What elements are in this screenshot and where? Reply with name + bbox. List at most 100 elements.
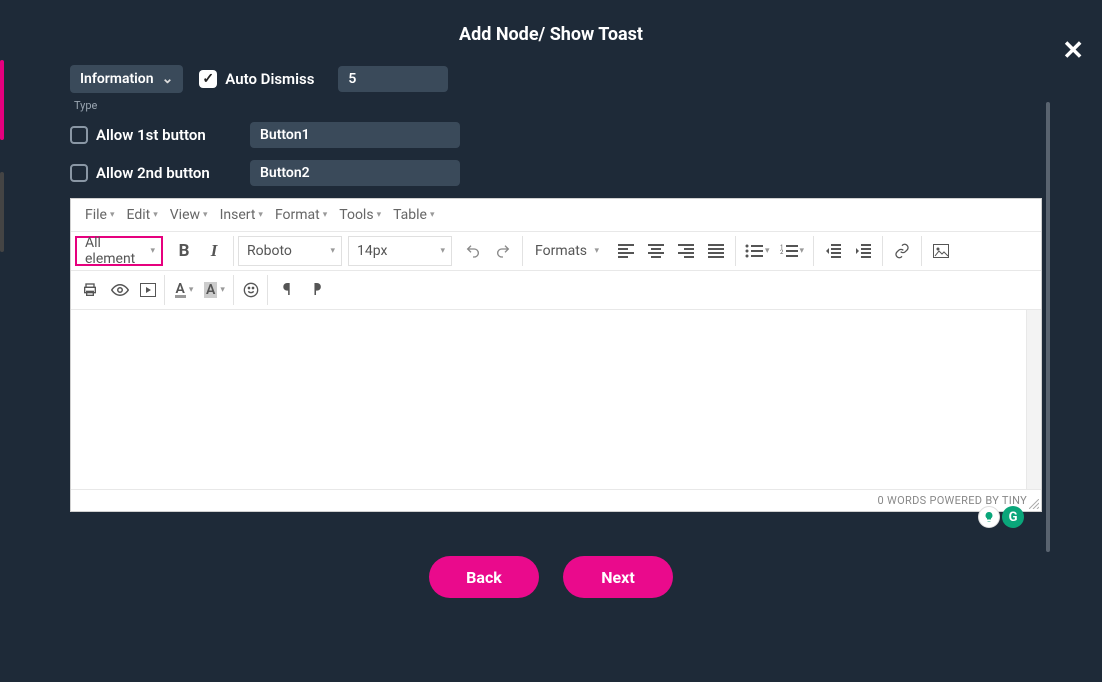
- chevron-down-icon: ▾: [800, 246, 805, 256]
- allow-second-button-label: Allow 2nd button: [96, 164, 226, 182]
- text-color-icon: A: [175, 283, 186, 298]
- chevron-down-icon: ▾: [440, 246, 445, 256]
- auto-dismiss-label: Auto Dismiss: [225, 70, 314, 88]
- numbered-list-icon: 12: [780, 244, 798, 258]
- menu-tools[interactable]: Tools▾: [335, 205, 385, 225]
- allow-first-button-label: Allow 1st button: [96, 126, 226, 144]
- editor-toolbar: All element▾ B I Roboto▾ 14px▾ Formats▾: [71, 231, 1041, 270]
- editor-content-area[interactable]: [71, 309, 1041, 489]
- bullet-list-icon: [745, 244, 763, 258]
- emoji-icon: [243, 282, 259, 298]
- grammarly-badge[interactable]: G: [1002, 506, 1024, 528]
- undo-button[interactable]: [458, 236, 488, 266]
- auto-dismiss-value-input[interactable]: 5: [338, 66, 448, 92]
- text-color-button[interactable]: A ▾: [169, 275, 199, 305]
- align-right-icon: [678, 244, 694, 258]
- media-icon: [140, 283, 156, 297]
- undo-icon: [465, 243, 481, 259]
- align-justify-icon: [708, 244, 724, 258]
- align-left-icon: [618, 244, 634, 258]
- panel-scrollbar[interactable]: [1046, 102, 1050, 552]
- rtl-button[interactable]: ¶: [302, 275, 332, 305]
- align-right-button[interactable]: [671, 236, 701, 266]
- chevron-down-icon: ▾: [110, 210, 115, 220]
- outdent-icon: [825, 244, 841, 258]
- chevron-down-icon: ▾: [258, 210, 263, 220]
- pilcrow-rtl-icon: ¶: [313, 280, 321, 300]
- outdent-button[interactable]: [818, 236, 848, 266]
- first-button-name-input[interactable]: Button1: [250, 122, 460, 148]
- chevron-down-icon: ▾: [203, 210, 208, 220]
- preview-button[interactable]: [105, 275, 135, 305]
- italic-button[interactable]: I: [199, 236, 229, 266]
- form-area: Information ⌄ ✓ Auto Dismiss 5 Type Allo…: [0, 45, 1102, 186]
- print-icon: [82, 282, 98, 298]
- align-center-icon: [648, 244, 664, 258]
- chevron-down-icon: ⌄: [162, 71, 174, 87]
- back-button[interactable]: Back: [429, 556, 539, 598]
- menu-edit[interactable]: Edit▾: [123, 205, 162, 225]
- chevron-down-icon: ▾: [430, 210, 435, 220]
- pilcrow-icon: ¶: [283, 280, 291, 300]
- highlight-icon: A: [204, 282, 217, 298]
- modal-title: Add Node/ Show Toast: [0, 24, 1102, 45]
- image-button[interactable]: [926, 236, 956, 266]
- media-button[interactable]: [135, 275, 165, 305]
- chevron-down-icon: ▾: [330, 246, 335, 256]
- numbered-list-button[interactable]: 12 ▾: [775, 236, 810, 266]
- link-button[interactable]: [887, 236, 917, 266]
- highlight-color-button[interactable]: A ▾: [199, 275, 234, 305]
- print-button[interactable]: [75, 275, 105, 305]
- element-scope-dropdown[interactable]: All element▾: [75, 236, 163, 266]
- left-edge-accent: [0, 24, 4, 682]
- modal-footer: Back Next: [0, 556, 1102, 598]
- formats-dropdown[interactable]: Formats▾: [527, 236, 605, 266]
- hint-badge[interactable]: [978, 506, 1000, 528]
- next-button[interactable]: Next: [563, 556, 673, 598]
- eye-icon: [111, 284, 129, 296]
- allow-first-button-checkbox[interactable]: [70, 126, 88, 144]
- chevron-down-icon: ▾: [377, 210, 382, 220]
- align-center-button[interactable]: [641, 236, 671, 266]
- menu-table[interactable]: Table▾: [389, 205, 438, 225]
- menu-insert[interactable]: Insert▾: [216, 205, 267, 225]
- bullet-list-button[interactable]: ▾: [740, 236, 775, 266]
- chevron-down-icon: ▾: [594, 246, 599, 256]
- bold-button[interactable]: B: [169, 236, 199, 266]
- type-hint: Type: [74, 99, 1032, 112]
- chevron-down-icon: ▾: [189, 285, 194, 295]
- align-left-button[interactable]: [611, 236, 641, 266]
- menu-format[interactable]: Format▾: [271, 205, 331, 225]
- type-select-value: Information: [80, 71, 154, 87]
- type-select[interactable]: Information ⌄: [70, 65, 183, 93]
- allow-second-button-checkbox[interactable]: [70, 164, 88, 182]
- editor-statusbar: 0 WORDS POWERED BY TINY: [71, 489, 1041, 511]
- resize-handle-icon[interactable]: [1029, 499, 1039, 509]
- editor-toolbar-row2: A ▾ A ▾ ¶ ¶: [71, 270, 1041, 309]
- menu-file[interactable]: File▾: [81, 205, 119, 225]
- font-family-dropdown[interactable]: Roboto▾: [238, 236, 342, 266]
- align-justify-button[interactable]: [701, 236, 731, 266]
- auto-dismiss-checkbox[interactable]: ✓: [199, 70, 217, 88]
- svg-text:2: 2: [780, 249, 784, 256]
- ltr-button[interactable]: ¶: [272, 275, 302, 305]
- redo-icon: [495, 243, 511, 259]
- font-size-dropdown[interactable]: 14px▾: [348, 236, 452, 266]
- floating-badges: G: [978, 506, 1024, 528]
- emoji-button[interactable]: [238, 275, 268, 305]
- link-icon: [894, 243, 910, 259]
- chevron-down-icon: ▾: [765, 246, 770, 256]
- image-icon: [933, 244, 949, 258]
- editor-menubar: File▾ Edit▾ View▾ Insert▾ Format▾ Tools▾…: [71, 199, 1041, 231]
- chevron-down-icon: ▾: [153, 210, 158, 220]
- rich-text-editor: File▾ Edit▾ View▾ Insert▾ Format▾ Tools▾…: [70, 198, 1042, 512]
- chevron-down-icon: ▾: [323, 210, 328, 220]
- close-button[interactable]: ✕: [1062, 36, 1084, 66]
- chevron-down-icon: ▾: [150, 246, 155, 256]
- lightbulb-icon: [983, 510, 995, 524]
- redo-button[interactable]: [488, 236, 518, 266]
- second-button-name-input[interactable]: Button2: [250, 160, 460, 186]
- indent-button[interactable]: [848, 236, 878, 266]
- chevron-down-icon: ▾: [220, 285, 225, 295]
- menu-view[interactable]: View▾: [166, 205, 212, 225]
